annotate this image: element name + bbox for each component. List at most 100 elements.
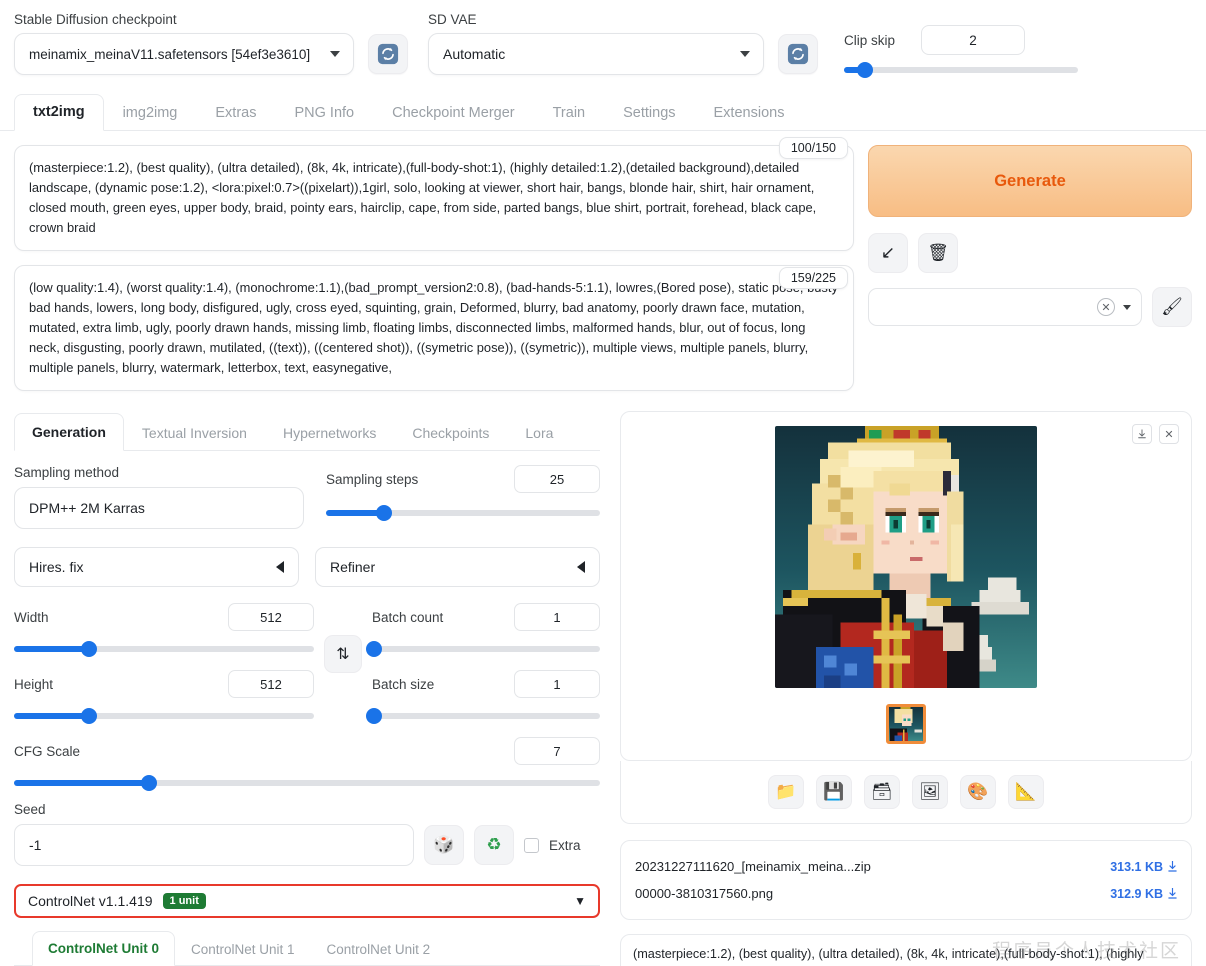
file-size[interactable]: 312.9 KB	[1110, 887, 1177, 901]
refresh-vae-button[interactable]	[778, 34, 818, 74]
download-files-list: 20231227111620_[meinamix_meina...zip 313…	[620, 840, 1192, 920]
tab-hypernetworks[interactable]: Hypernetworks	[265, 414, 394, 451]
batch-size-slider[interactable]	[366, 708, 600, 724]
extra-label: Extra	[549, 837, 581, 853]
send-to-inpaint-button[interactable]: 🎨	[960, 775, 996, 809]
tab-extensions[interactable]: Extensions	[695, 95, 804, 131]
main-tab-bar: txt2img img2img Extras PNG Info Checkpoi…	[0, 93, 1206, 131]
sampling-steps-slider[interactable]	[326, 505, 600, 521]
chevron-down-icon[interactable]	[1123, 304, 1131, 310]
batch-size-label: Batch size	[372, 676, 435, 692]
generation-metadata: (masterpiece:1.2), (best quality), (ultr…	[620, 934, 1192, 966]
interrupt-button[interactable]: ↙	[868, 233, 908, 273]
chevron-down-icon[interactable]: ▼	[574, 894, 586, 908]
generate-button[interactable]: Generate	[868, 145, 1192, 217]
sampling-method-select[interactable]: DPM++ 2M Karras	[14, 487, 304, 529]
hires-fix-label: Hires. fix	[29, 559, 84, 575]
refiner-accordion[interactable]: Refiner	[315, 547, 600, 587]
send-to-extras-button[interactable]: 📐	[1008, 775, 1044, 809]
accordion-row: Hires. fix Refiner	[14, 547, 600, 587]
height-slider[interactable]	[14, 708, 314, 724]
tab-lora[interactable]: Lora	[507, 414, 571, 451]
send-to-img2img-button[interactable]: 🖼	[912, 775, 948, 809]
sampling-method-value: DPM++ 2M Karras	[29, 500, 145, 516]
table-row[interactable]: 00000-3810317560.png 312.9 KB	[635, 880, 1177, 907]
tab-checkpoints[interactable]: Checkpoints	[394, 414, 507, 451]
negative-token-counter: 159/225	[778, 267, 848, 289]
height-value[interactable]: 512	[228, 670, 314, 698]
file-size-value: 313.1 KB	[1110, 859, 1163, 874]
apply-style-button[interactable]: 🖌	[1152, 287, 1192, 327]
save-zip-button[interactable]: 🗃	[864, 775, 900, 809]
negative-prompt-input[interactable]: (low quality:1.4), (worst quality:1.4), …	[14, 265, 854, 391]
save-button[interactable]: 💾	[816, 775, 852, 809]
batch-count-value[interactable]: 1	[514, 603, 600, 631]
height-label: Height	[14, 676, 54, 692]
clear-x-icon[interactable]: ✕	[1097, 298, 1115, 316]
right-output-pane: ✕ 📁 💾 🗃 🖼 🎨 📐 20231227111620_[meinamix_m…	[620, 411, 1192, 966]
tab-extras[interactable]: Extras	[196, 95, 275, 131]
batch-count-label: Batch count	[372, 609, 444, 625]
close-image-button[interactable]: ✕	[1159, 424, 1179, 444]
swap-wrapper: ⇅	[324, 603, 362, 673]
refresh-checkpoint-button[interactable]	[368, 34, 408, 74]
table-row[interactable]: 20231227111620_[meinamix_meina...zip 313…	[635, 853, 1177, 880]
generated-image[interactable]	[775, 426, 1037, 688]
controlnet-unit-0-tab[interactable]: ControlNet Unit 0	[32, 931, 175, 966]
download-image-button[interactable]	[1132, 424, 1152, 444]
result-tool-buttons: ✕	[1132, 424, 1179, 444]
vae-group: SD VAE Automatic	[428, 12, 764, 75]
tab-png-info[interactable]: PNG Info	[275, 95, 373, 131]
random-seed-button[interactable]: 🎲	[424, 825, 464, 865]
tab-txt2img[interactable]: txt2img	[14, 94, 104, 131]
settings-tab-bar: Generation Textual Inversion Hypernetwor…	[14, 411, 600, 451]
refresh-icon	[377, 43, 399, 65]
tab-generation[interactable]: Generation	[14, 413, 124, 451]
clip-skip-value[interactable]: 2	[921, 25, 1026, 55]
vae-select[interactable]: Automatic	[428, 33, 764, 75]
cfg-slider[interactable]	[14, 775, 600, 791]
checkpoint-select[interactable]: meinamix_meinaV11.safetensors [54ef3e361…	[14, 33, 354, 75]
chevron-down-icon	[740, 51, 750, 57]
controlnet-accordion-header[interactable]: ControlNet v1.1.419 1 unit ▼	[14, 884, 600, 918]
controlnet-unit-2-tab[interactable]: ControlNet Unit 2	[311, 932, 447, 966]
trash-icon: 🗑	[927, 243, 949, 262]
card-file-box-icon: 🗃	[871, 782, 893, 801]
tab-train[interactable]: Train	[534, 95, 605, 131]
checkpoint-label: Stable Diffusion checkpoint	[14, 12, 177, 27]
batch-size-value[interactable]: 1	[514, 670, 600, 698]
skip-button[interactable]: 🗑	[918, 233, 958, 273]
sampling-method-group: Sampling method DPM++ 2M Karras	[14, 465, 304, 529]
sampling-steps-value[interactable]: 25	[514, 465, 600, 493]
floppy-disk-icon: 💾	[823, 782, 845, 801]
paintbrush-icon: 🖌	[1161, 297, 1183, 316]
artist-palette-icon: 🎨	[967, 782, 989, 801]
styles-select[interactable]: ✕	[868, 288, 1142, 326]
controlnet-unit-1-tab[interactable]: ControlNet Unit 1	[175, 932, 311, 966]
hires-fix-accordion[interactable]: Hires. fix	[14, 547, 299, 587]
extra-seed-checkbox[interactable]	[524, 837, 539, 853]
clip-skip-slider[interactable]	[844, 62, 1078, 78]
open-folder-button[interactable]: 📁	[768, 775, 804, 809]
cfg-value[interactable]: 7	[514, 737, 600, 765]
triangular-ruler-icon: 📐	[1015, 782, 1037, 801]
thumbnail-item[interactable]	[886, 704, 926, 744]
batch-count-slider[interactable]	[366, 641, 600, 657]
generate-tools: ↙ 🗑	[868, 233, 1192, 273]
reuse-seed-button[interactable]: ♻	[474, 825, 514, 865]
output-action-bar: 📁 💾 🗃 🖼 🎨 📐	[620, 761, 1192, 824]
tab-img2img[interactable]: img2img	[104, 95, 197, 131]
width-value[interactable]: 512	[228, 603, 314, 631]
folder-icon: 📁	[775, 782, 797, 801]
positive-prompt-input[interactable]: (masterpiece:1.2), (best quality), (ultr…	[14, 145, 854, 251]
swap-dimensions-button[interactable]: ⇅	[324, 635, 362, 673]
seed-input[interactable]: -1	[14, 824, 414, 866]
tab-checkpoint-merger[interactable]: Checkpoint Merger	[373, 95, 534, 131]
result-gallery: ✕	[620, 411, 1192, 761]
tab-settings[interactable]: Settings	[604, 95, 694, 131]
cfg-label: CFG Scale	[14, 743, 81, 759]
file-size[interactable]: 313.1 KB	[1110, 860, 1177, 874]
file-name: 20231227111620_[meinamix_meina...zip	[635, 859, 871, 874]
width-slider[interactable]	[14, 641, 314, 657]
tab-textual-inversion[interactable]: Textual Inversion	[124, 414, 265, 451]
